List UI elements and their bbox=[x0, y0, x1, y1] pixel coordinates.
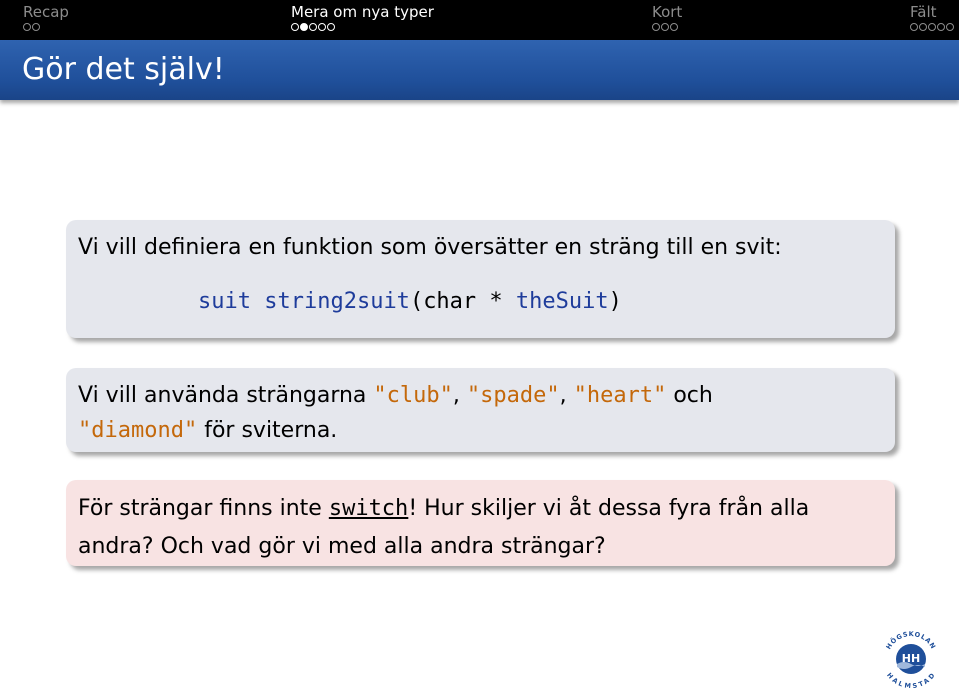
nav-dot[interactable] bbox=[327, 23, 335, 31]
string-diamond: "diamond" bbox=[78, 418, 198, 443]
nav-dot[interactable] bbox=[300, 23, 308, 31]
nav-title[interactable]: Fält bbox=[910, 3, 954, 21]
nav-title[interactable]: Mera om nya typer bbox=[291, 3, 434, 21]
nav-dot[interactable] bbox=[32, 23, 40, 31]
nav-dot[interactable] bbox=[291, 23, 299, 31]
comma: , bbox=[559, 383, 567, 408]
nav-dots bbox=[23, 23, 69, 31]
function-name: string2suit bbox=[264, 289, 410, 314]
nav-section-mera-om-nya-typer[interactable]: Mera om nya typer bbox=[291, 3, 434, 31]
nav-section-falt[interactable]: Fält bbox=[910, 3, 954, 31]
block-text: för sviterna. bbox=[204, 418, 338, 443]
nav-title[interactable]: Recap bbox=[23, 3, 69, 21]
function-signature: suit string2suit(char * theSuit) bbox=[198, 284, 883, 320]
nav-dots bbox=[910, 23, 954, 31]
string-club: "club" bbox=[373, 383, 453, 408]
close-paren: ) bbox=[608, 289, 622, 314]
nav-dots bbox=[652, 23, 682, 31]
block-text: och bbox=[673, 383, 713, 408]
question-block: För strängar finns inte switch! Hur skil… bbox=[66, 480, 895, 566]
nav-dots bbox=[291, 23, 434, 31]
page-title: Gör det själv! bbox=[22, 52, 225, 87]
switch-keyword: switch bbox=[328, 496, 409, 521]
nav-dot[interactable] bbox=[937, 23, 945, 31]
hogskolan-halmstad-logo: HÖGSKOLAN HALMSTAD HH bbox=[885, 630, 937, 690]
block-text: andra? Och vad gör vi med alla andra str… bbox=[78, 534, 606, 559]
comma: , bbox=[452, 383, 460, 408]
nav-dot[interactable] bbox=[946, 23, 954, 31]
param-name: theSuit bbox=[515, 289, 609, 314]
open-paren: ( bbox=[409, 289, 424, 314]
block-text: Vi vill använda strängarna bbox=[78, 383, 367, 408]
string-heart: "heart" bbox=[573, 383, 667, 408]
block-text: Vi vill definiera en funktion som översä… bbox=[78, 235, 782, 260]
nav-dot[interactable] bbox=[318, 23, 326, 31]
navigation-bar: Recap Mera om nya typer Kort Fält bbox=[0, 0, 959, 40]
nav-section-kort[interactable]: Kort bbox=[652, 3, 682, 31]
nav-dot[interactable] bbox=[23, 23, 31, 31]
return-type: suit bbox=[198, 289, 251, 314]
nav-dot[interactable] bbox=[928, 23, 936, 31]
logo-mark-text: HH bbox=[902, 652, 920, 665]
nav-dot[interactable] bbox=[910, 23, 918, 31]
nav-dot[interactable] bbox=[661, 23, 669, 31]
param-type: char bbox=[423, 289, 477, 314]
strings-block: Vi vill använda strängarna "club", "spad… bbox=[66, 368, 895, 452]
nav-dot[interactable] bbox=[670, 23, 678, 31]
nav-dot[interactable] bbox=[652, 23, 660, 31]
string-spade: "spade" bbox=[466, 383, 560, 408]
nav-dot[interactable] bbox=[919, 23, 927, 31]
nav-dot[interactable] bbox=[309, 23, 317, 31]
nav-title[interactable]: Kort bbox=[652, 3, 682, 21]
block-text: För strängar finns inte bbox=[78, 496, 322, 521]
pointer-star: * bbox=[476, 289, 516, 314]
frame-title-bar: Gör det själv! bbox=[0, 40, 959, 100]
block-text: ! Hur skiljer vi åt dessa fyra från alla bbox=[408, 496, 810, 521]
definition-block: Vi vill definiera en funktion som översä… bbox=[66, 220, 895, 338]
nav-section-recap[interactable]: Recap bbox=[23, 3, 69, 31]
